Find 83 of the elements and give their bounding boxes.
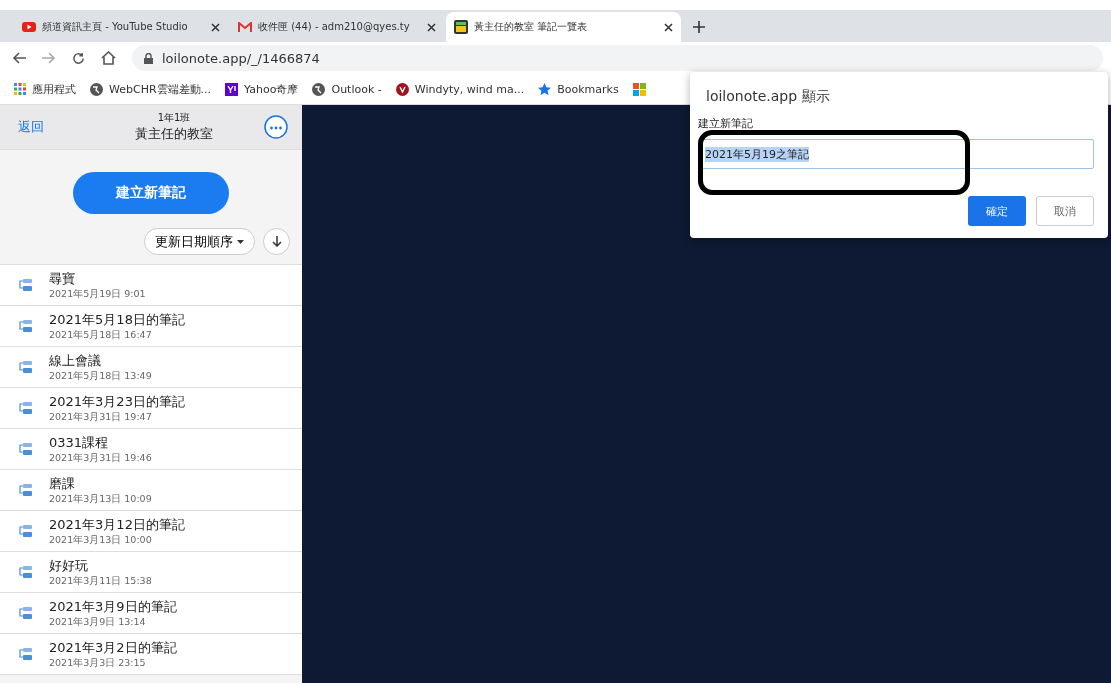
note-cards-icon — [19, 606, 33, 620]
note-item[interactable]: 好好玩 2021年3月11日 15:38 — [0, 552, 302, 593]
note-date: 2021年3月31日 19:47 — [49, 410, 153, 424]
close-icon[interactable] — [664, 22, 673, 32]
lock-icon — [144, 52, 153, 64]
note-cards-icon — [19, 565, 33, 579]
note-title: 尋寶 — [49, 269, 76, 288]
note-item[interactable]: 2021年3月2日的筆記 2021年3月3日 23:15 — [0, 634, 302, 675]
tab-title: 黃主任的教室 筆記一覽表 — [474, 20, 589, 34]
caret-icon — [237, 239, 244, 244]
note-cards-icon — [19, 278, 33, 292]
close-icon[interactable] — [427, 22, 436, 32]
tab-title: 頻道資訊主頁 - YouTube Studio — [42, 20, 189, 34]
mail-icon — [238, 22, 252, 32]
back-arrow-icon[interactable] — [12, 52, 26, 64]
note-date: 2021年3月9日 13:14 — [49, 615, 147, 629]
note-title: 2021年3月2日的筆記 — [49, 638, 177, 657]
note-date: 2021年5月18日 13:49 — [49, 369, 152, 383]
note-title: 2021年5月18日的筆記 — [49, 310, 185, 329]
note-cards-icon — [19, 483, 33, 497]
note-cards-icon — [19, 319, 33, 333]
sort-direction-button[interactable] — [263, 228, 290, 255]
bookmark-item[interactable]: Bookmarks — [538, 82, 619, 96]
note-title: 磨課 — [49, 474, 76, 493]
star-icon — [538, 82, 552, 96]
bookmark-item[interactable]: Outlook - — [312, 82, 382, 96]
note-date: 2021年3月11日 15:38 — [49, 574, 152, 588]
note-date: 2021年5月18日 16:47 — [49, 328, 153, 342]
note-cards-icon — [19, 442, 33, 456]
note-item[interactable]: 尋寶 2021年5月19日 9:01 — [0, 265, 302, 306]
bookmark-item[interactable]: Windyty, wind ma... — [395, 82, 525, 96]
yahoo-logo-icon — [225, 82, 239, 96]
note-cards-icon — [19, 360, 33, 374]
dialog-message: 建立新筆記 — [698, 116, 754, 131]
note-date: 2021年3月31日 19:46 — [49, 451, 152, 465]
note-title: 好好玩 — [49, 556, 89, 575]
address-bar[interactable]: loilonote.app/_/1466874 — [132, 45, 1103, 71]
note-cards-icon — [19, 524, 33, 538]
bookmark-item[interactable]: Yahoo奇摩 — [225, 81, 299, 97]
note-date: 2021年3月13日 10:00 — [49, 533, 153, 547]
note-title: 0331課程 — [49, 433, 110, 452]
browser-tab[interactable]: 黃主任的教室 筆記一覽表 — [446, 12, 681, 42]
sort-dropdown[interactable]: 更新日期順序 — [144, 228, 255, 255]
dialog-title: loilonote.app 顯示 — [706, 88, 831, 106]
note-date: 2021年5月19日 9:01 — [49, 287, 146, 301]
note-title: 線上會議 — [49, 351, 102, 370]
bookmark-item[interactable]: WebCHR雲端差動... — [90, 81, 212, 97]
note-item[interactable]: 2021年3月23日的筆記 2021年3月31日 19:47 — [0, 388, 302, 429]
note-item[interactable]: 2021年5月18日的筆記 2021年5月18日 16:47 — [0, 306, 302, 347]
note-title: 2021年3月12日的筆記 — [49, 515, 185, 534]
reload-icon[interactable] — [72, 51, 85, 65]
class-label: 1年1班 — [157, 111, 191, 125]
note-cards-icon — [19, 647, 33, 661]
note-item[interactable]: 2021年3月12日的筆記 2021年3月13日 10:00 — [0, 511, 302, 552]
new-tab-icon[interactable] — [693, 21, 705, 33]
note-item[interactable]: 線上會議 2021年5月18日 13:49 — [0, 347, 302, 388]
browser-tab[interactable]: 頻道資訊主頁 - YouTube Studio — [14, 12, 228, 42]
browser-tab[interactable]: 收件匣 (44) - adm210@qyes.ty — [230, 12, 444, 42]
note-title: 2021年3月9日的筆記 — [49, 597, 177, 616]
down-arrow-icon — [271, 236, 282, 247]
note-date: 2021年3月13日 10:09 — [49, 492, 152, 506]
close-icon[interactable] — [211, 22, 220, 32]
note-item[interactable]: 磨課 2021年3月13日 10:09 — [0, 470, 302, 511]
cancel-button[interactable]: 取消 — [1036, 196, 1094, 226]
more-options-icon[interactable] — [264, 115, 288, 139]
note-date: 2021年3月3日 23:15 — [49, 656, 147, 670]
classroom-title: 黃主任的教室 — [135, 125, 213, 143]
note-item[interactable]: 2021年3月9日的筆記 2021年3月9日 13:14 — [0, 593, 302, 634]
selected-text: 2021年5月19之筆記 — [705, 146, 809, 162]
home-icon[interactable] — [101, 51, 116, 65]
bookmark-item[interactable]: 應用程式 — [14, 81, 76, 97]
tab-title: 收件匣 (44) - adm210@qyes.ty — [258, 20, 411, 34]
app-icon — [454, 20, 468, 34]
video-play-icon — [22, 22, 36, 32]
ok-button[interactable]: 確定 — [968, 196, 1026, 226]
apps-grid-icon — [14, 83, 26, 95]
note-item[interactable]: 0331課程 2021年3月31日 19:46 — [0, 429, 302, 470]
note-cards-icon — [19, 401, 33, 415]
round-logo-icon — [395, 82, 409, 96]
new-note-button[interactable]: 建立新筆記 — [73, 172, 229, 214]
windows-tiles-icon[interactable] — [632, 82, 646, 96]
note-title: 2021年3月23日的筆記 — [49, 392, 185, 411]
back-link[interactable]: 返回 — [18, 118, 44, 136]
